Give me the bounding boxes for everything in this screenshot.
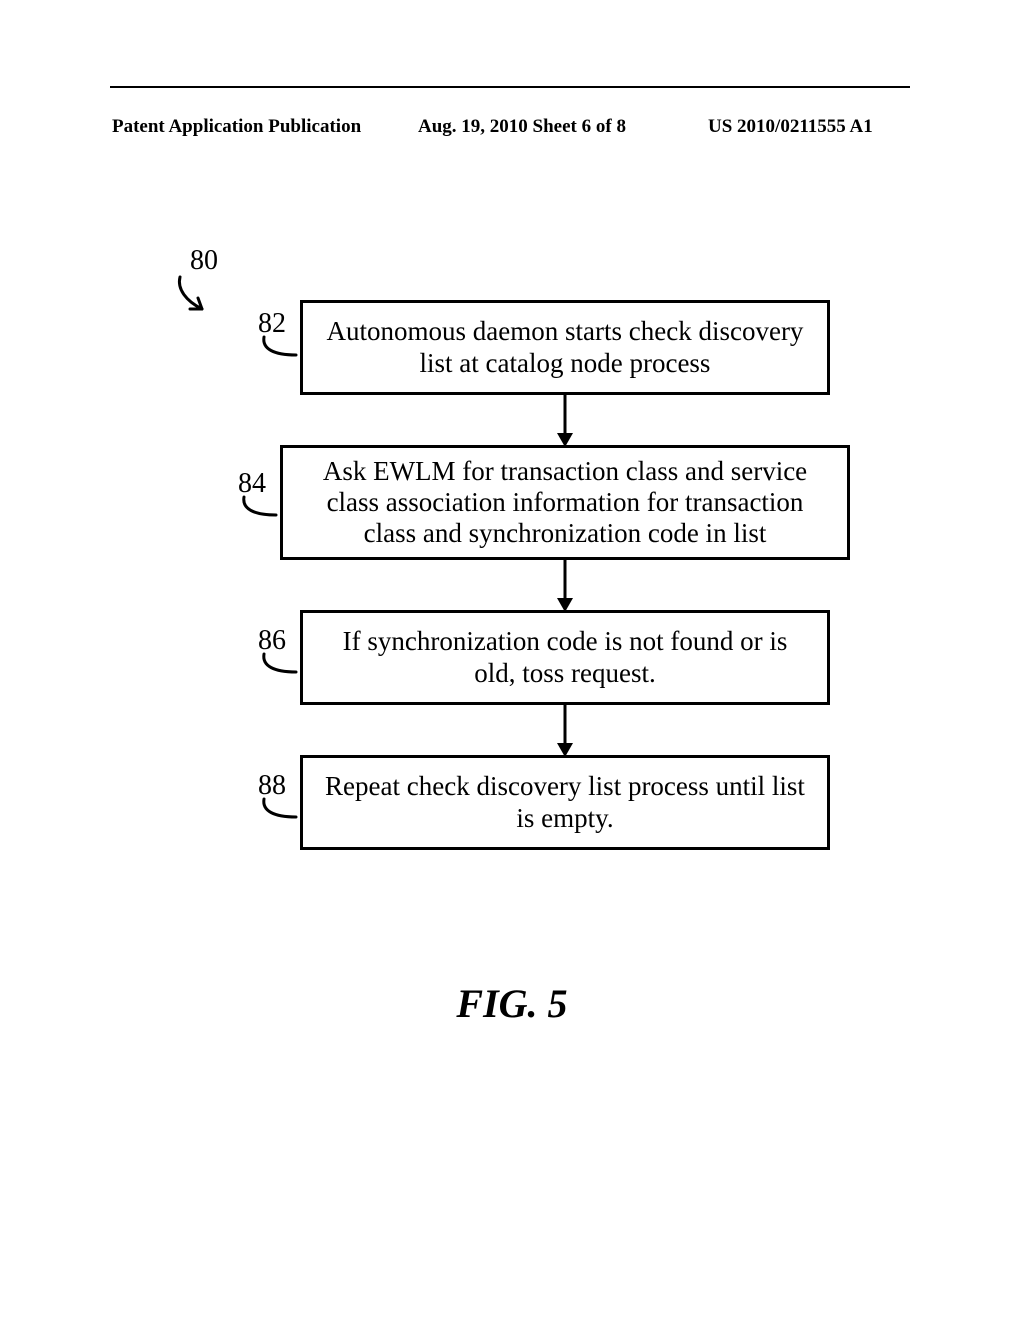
flow-box-86-text: If synchronization code is not found or …	[319, 626, 811, 688]
ref-hook-86	[260, 652, 300, 682]
flow-box-88-text: Repeat check discovery list process unti…	[319, 771, 811, 833]
arrow-84-86	[555, 560, 575, 615]
ref-hook-88	[260, 797, 300, 827]
arrow-82-84	[555, 395, 575, 450]
header-right: US 2010/0211555 A1	[708, 116, 873, 138]
ref-hook-80	[172, 275, 222, 325]
ref-hook-84	[240, 495, 280, 525]
flow-box-84: Ask EWLM for transaction class and servi…	[280, 445, 850, 560]
flow-box-82-text: Autonomous daemon starts check discovery…	[319, 316, 811, 378]
flow-box-88: Repeat check discovery list process unti…	[300, 755, 830, 850]
page: Patent Application Publication Aug. 19, …	[0, 0, 1024, 1320]
arrow-86-88	[555, 705, 575, 760]
header-rule	[110, 86, 910, 88]
header-left: Patent Application Publication	[112, 116, 361, 138]
figure-label: FIG. 5	[0, 980, 1024, 1027]
flow-box-82: Autonomous daemon starts check discovery…	[300, 300, 830, 395]
flow-box-84-text: Ask EWLM for transaction class and servi…	[299, 456, 831, 549]
flow-box-86: If synchronization code is not found or …	[300, 610, 830, 705]
ref-hook-82	[260, 335, 300, 365]
header-center: Aug. 19, 2010 Sheet 6 of 8	[418, 116, 626, 138]
ref-label-80: 80	[190, 245, 218, 277]
